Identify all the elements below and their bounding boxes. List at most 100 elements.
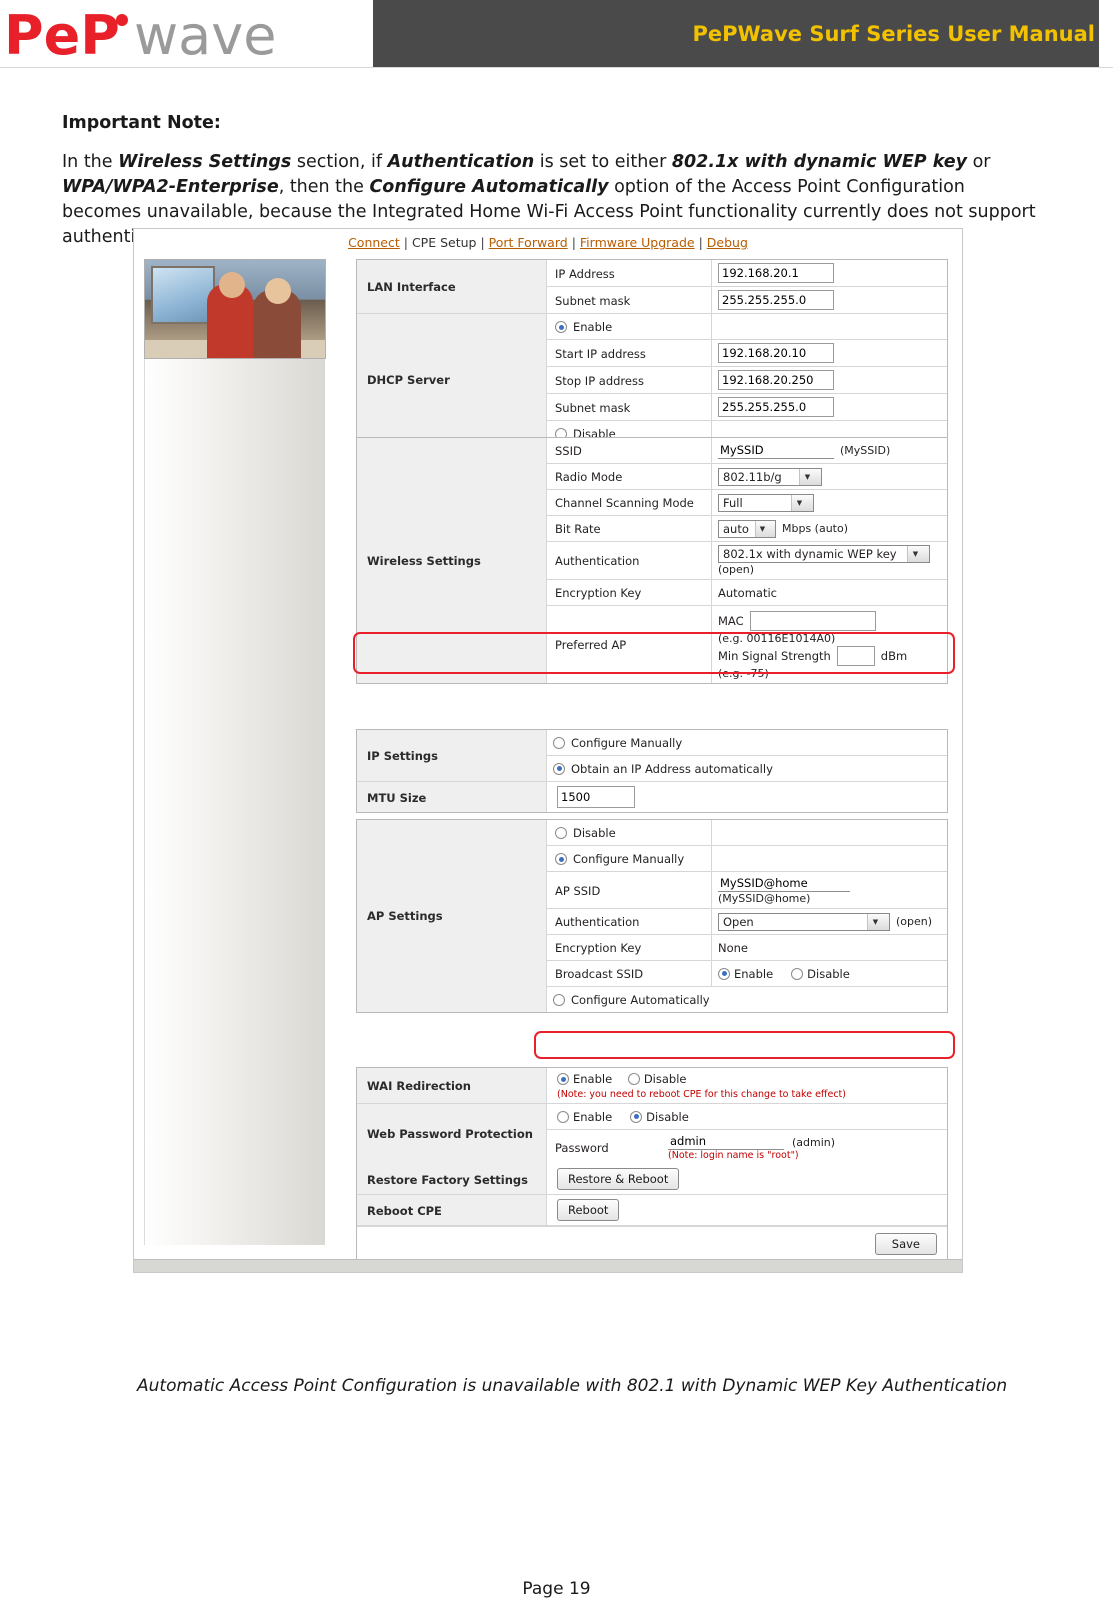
save-button[interactable]: Save — [874, 1233, 937, 1255]
ip-obtain-auto-cell[interactable]: Obtain an IP Address automatically — [547, 756, 947, 781]
panel-ap-settings: AP Settings Disable Configure Manually A… — [356, 819, 948, 1013]
ap-settings-group: AP Settings Disable Configure Manually A… — [357, 820, 947, 1012]
ip-obtain-auto-radio[interactable] — [553, 762, 565, 775]
wireless-auth-label: Authentication — [547, 542, 712, 579]
nav-sep-2: | — [480, 235, 485, 250]
wai-enable-radio[interactable] — [557, 1073, 569, 1085]
ip-configure-manually-label: Configure Manually — [571, 735, 683, 750]
broadcast-enable-option[interactable]: Enable — [718, 967, 773, 981]
password-note: (Note: login name is "root") — [668, 1150, 799, 1161]
dhcp-enable-radio[interactable] — [555, 321, 567, 333]
lan-subnet-label: Subnet mask — [547, 287, 712, 313]
wireless-auth-hint: (open) — [718, 563, 755, 576]
ap-auth-select[interactable]: Open ▼ — [718, 912, 890, 931]
lan-ip-input[interactable] — [718, 263, 834, 283]
bit-rate-value: auto — [723, 521, 749, 536]
dhcp-enable-cell[interactable]: Enable — [547, 314, 712, 339]
ap-disable-radio[interactable] — [555, 827, 567, 839]
ap-disable-empty — [712, 820, 947, 845]
note-wpa-enterprise: WPA/WPA2-Enterprise — [62, 177, 279, 197]
chevron-down-icon: ▼ — [754, 520, 775, 537]
configure-automatically-highlight — [534, 1031, 955, 1059]
ap-ssid-label: AP SSID — [547, 872, 712, 908]
dhcp-subnet-input[interactable] — [718, 397, 834, 417]
ap-auth-value: Open — [723, 914, 754, 929]
lan-ip-value-cell — [712, 260, 947, 286]
broadcast-enable-radio[interactable] — [718, 967, 730, 980]
reboot-button[interactable]: Reboot — [557, 1199, 620, 1221]
lan-ip-label: IP Address — [547, 260, 712, 286]
nav-connect[interactable]: Connect — [348, 235, 400, 250]
photo-window — [151, 266, 215, 324]
ap-ssid-input[interactable] — [718, 876, 850, 892]
mtu-input[interactable] — [557, 786, 635, 808]
ap-configure-manually-radio[interactable] — [555, 853, 567, 865]
reboot-cpe-label: Reboot CPE — [357, 1195, 547, 1225]
broadcast-disable-option[interactable]: Disable — [791, 967, 850, 981]
row-obtain-auto: Obtain an IP Address automatically — [547, 756, 947, 781]
password-input[interactable] — [668, 1134, 784, 1150]
min-signal-input[interactable] — [836, 646, 875, 666]
ap-ssid-hint: (MySSID@home) — [718, 892, 811, 905]
web-password-enable-option[interactable]: Enable — [557, 1110, 612, 1124]
wireless-settings-group: Wireless Settings SSID (MySSID) Radio Mo… — [357, 438, 947, 683]
channel-scanning-select[interactable]: Full ▼ — [718, 493, 814, 512]
row-ssid: SSID (MySSID) — [547, 438, 947, 464]
nav-debug[interactable]: Debug — [707, 235, 748, 250]
ap-auth-cell: Open ▼ (open) — [712, 909, 947, 934]
wai-redirection-cell: Enable Disable (Note: you need to reboot… — [547, 1068, 947, 1103]
chevron-down-icon: ▼ — [799, 468, 821, 485]
wai-enable-option[interactable]: Enable — [557, 1072, 612, 1086]
row-password: Password (admin) (Note: login name is "r… — [547, 1130, 947, 1164]
wai-disable-label: Disable — [643, 1072, 687, 1086]
broadcast-disable-label: Disable — [807, 966, 850, 981]
marketing-photo — [144, 259, 326, 359]
ip-configure-manually-radio[interactable] — [553, 736, 565, 749]
wai-disable-radio[interactable] — [627, 1073, 640, 1085]
ap-encryption-value: None — [718, 940, 749, 955]
chevron-down-icon: ▼ — [907, 546, 929, 562]
min-signal-unit: dBm — [880, 649, 908, 663]
bit-rate-select[interactable]: auto ▼ — [718, 519, 776, 538]
ssid-input[interactable] — [718, 442, 834, 459]
wireless-auth-select[interactable]: 802.1x with dynamic WEP key ▼ — [718, 545, 930, 563]
row-ap-disable: Disable — [547, 820, 947, 846]
dhcp-stop-ip-label: Stop IP address — [547, 367, 712, 393]
panel-wireless-settings: Wireless Settings SSID (MySSID) Radio Mo… — [356, 437, 948, 684]
mac-input[interactable] — [749, 611, 876, 631]
wai-disable-option[interactable]: Disable — [627, 1072, 687, 1086]
dhcp-stop-ip-input[interactable] — [718, 370, 834, 390]
ap-disable-cell[interactable]: Disable — [547, 820, 712, 845]
wireless-encryption-value: Automatic — [718, 585, 777, 600]
dhcp-enable-empty — [712, 314, 947, 339]
radio-mode-select[interactable]: 802.11b/g ▼ — [718, 467, 822, 486]
chevron-down-icon: ▼ — [791, 494, 813, 511]
broadcast-enable-label: Enable — [734, 966, 774, 981]
ap-configure-manually-cell[interactable]: Configure Manually — [547, 846, 712, 871]
configure-automatically-radio[interactable] — [553, 993, 565, 1006]
web-password-enable-radio[interactable] — [557, 1110, 569, 1123]
nav-firmware-upgrade[interactable]: Firmware Upgrade — [580, 235, 695, 250]
photo-person-1-head — [219, 272, 245, 298]
lan-subnet-input[interactable] — [718, 290, 834, 310]
dhcp-start-ip-input[interactable] — [718, 343, 834, 363]
ip-configure-manually-cell[interactable]: Configure Manually — [547, 730, 947, 755]
wai-note: (Note: you need to reboot CPE for this c… — [557, 1089, 846, 1100]
configure-automatically-cell[interactable]: Configure Automatically — [547, 987, 947, 1012]
web-password-disable-option[interactable]: Disable — [630, 1110, 689, 1124]
bit-rate-hint: Mbps (auto) — [782, 522, 849, 535]
broadcast-disable-radio[interactable] — [791, 967, 804, 980]
web-password-enable-label: Enable — [573, 1109, 613, 1124]
nav-cpe-setup[interactable]: CPE Setup — [412, 235, 477, 250]
ap-encryption-label: Encryption Key — [547, 935, 712, 960]
nav-port-forward[interactable]: Port Forward — [489, 235, 568, 250]
web-password-disable-radio[interactable] — [630, 1110, 643, 1123]
row-mtu: MTU Size — [357, 781, 947, 812]
wireless-auth-value: 802.1x with dynamic WEP key — [723, 547, 897, 561]
note-part-4: or — [967, 152, 991, 172]
web-password-group: Web Password Protection Enable Disable P… — [357, 1104, 947, 1164]
nav-sep-3: | — [571, 235, 576, 250]
wai-enable-label: Enable — [573, 1072, 613, 1086]
preferred-ap-signal-row: Min Signal Strength dBm — [718, 646, 907, 666]
restore-reboot-button[interactable]: Restore & Reboot — [557, 1168, 680, 1190]
